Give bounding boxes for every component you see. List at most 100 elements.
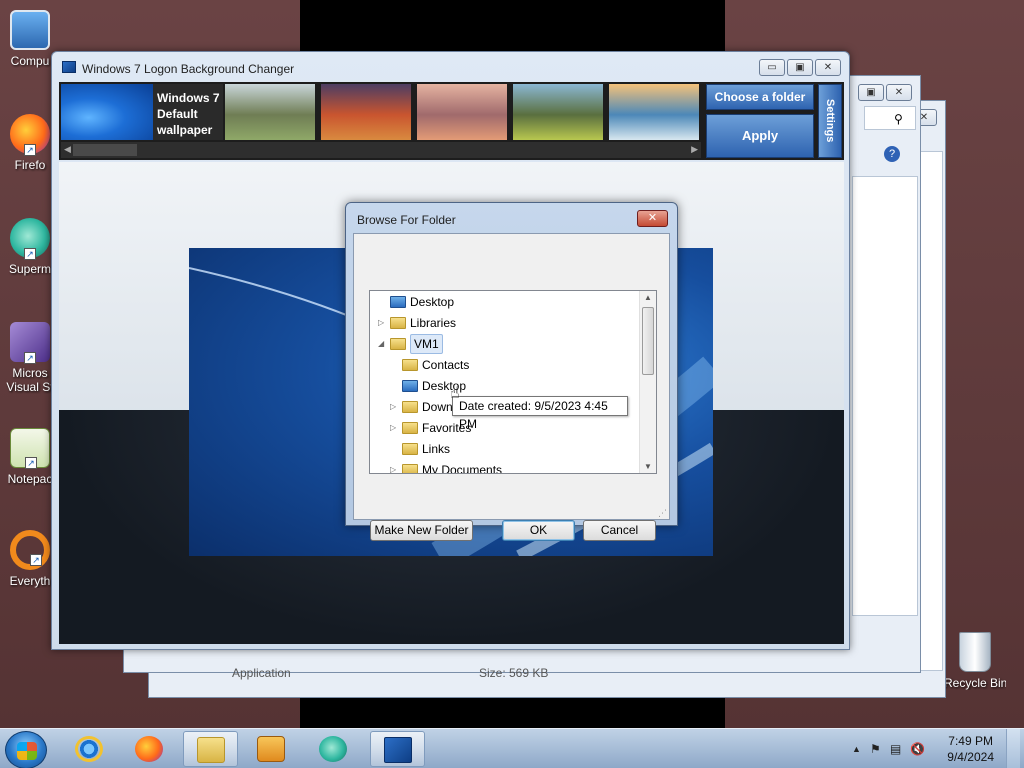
taskbar-internet-explorer[interactable] [62,731,117,767]
help-icon[interactable]: ? [884,146,900,162]
tree-expander-icon[interactable]: ▷ [378,313,388,333]
tree-item-label: VM1 [410,334,443,354]
settings-button[interactable]: Settings [818,84,842,158]
show-hidden-icons[interactable]: ▲ [852,744,861,754]
tree-item[interactable]: ◢ VM1 [370,334,640,354]
taskbar-file-explorer[interactable] [183,731,238,767]
apply-button[interactable]: Apply [706,114,814,158]
tree-item-label: Desktop [410,295,455,309]
cancel-button[interactable]: Cancel [583,520,656,541]
folder-tree[interactable]: Desktop ▷ Libraries ◢ VM1 Contacts Desktop ▷ Dow… [369,290,657,474]
windows-logo-icon [17,742,37,760]
close-button[interactable]: ✕ [815,59,841,76]
resize-grip-icon[interactable]: ⋰ [658,508,667,519]
scroll-right-icon[interactable]: ▶ [691,144,698,155]
taskbar-logon-changer[interactable] [370,731,425,767]
tree-item-label: Libraries [410,316,457,330]
tree-item[interactable]: Desktop [370,376,640,396]
folder-icon [402,401,418,413]
tree-expander-icon[interactable]: ▷ [390,460,400,473]
thumbnail-default-wallpaper[interactable]: Windows 7 Default wallpaper [61,84,223,140]
minimize-button[interactable]: ▭ [759,59,785,76]
folder-icon [402,422,418,434]
maximize-icon[interactable]: ▣ [858,84,884,101]
supermium-icon: ↗ [10,218,50,260]
ok-button[interactable]: OK [502,520,575,541]
scroll-up-icon[interactable]: ▲ [644,293,652,302]
taskbar-supermium[interactable] [306,731,361,767]
file-type-text: Application [232,666,291,680]
default-wallpaper-image [61,84,153,140]
logon-changer-icon [384,737,412,763]
tree-expander-icon[interactable]: ▷ [390,418,400,438]
network-icon[interactable]: ▤ [890,742,901,756]
computer-icon [10,10,50,50]
scroll-left-icon[interactable]: ◀ [64,144,71,155]
tree-item[interactable]: ▷ My Documents [370,460,640,473]
window-title: Windows 7 Logon Background Changer [82,62,295,76]
tree-item[interactable]: ▷ Favorites [370,418,640,438]
scrollbar-thumb[interactable] [73,144,137,156]
desktop-icon-recycle-bin[interactable]: Recycle Bin [944,632,1006,690]
thumbnail-red-rocks[interactable] [321,84,411,140]
default-wallpaper-caption: Windows 7 Default wallpaper [157,91,220,137]
search-box[interactable] [864,106,916,130]
taskbar-firefox[interactable] [122,731,177,767]
shortcut-arrow-icon: ↗ [24,144,36,156]
tree-item-label: Down [422,400,453,414]
thumbnail-mountain-fields[interactable] [513,84,603,140]
supermium-icon [319,736,347,762]
window-titlebar[interactable]: Windows 7 Logon Background Changer ▭ ▣ ✕ [52,52,849,82]
dialog-close-button[interactable]: ✕ [637,210,668,227]
folder-icon [402,443,418,455]
gallery-scrollbar[interactable]: ◀ ▶ [61,142,701,158]
thumbnail-waterfall-coast[interactable] [609,84,699,140]
show-desktop-button[interactable] [1006,729,1020,768]
taskbar-media-player[interactable] [244,731,299,767]
desktop-icon [390,296,406,308]
media-player-icon [257,736,285,762]
tree-scrollbar-thumb[interactable] [642,307,654,375]
everything-icon: ↗ [10,530,50,570]
choose-folder-button[interactable]: Choose a folder [706,84,814,110]
action-center-flag-icon[interactable]: ⚑ [870,742,881,756]
hand-cursor-icon: ☝ [450,385,460,402]
file-size-text: Size: 569 KB [479,666,549,680]
folder-icon [402,359,418,371]
start-button[interactable] [5,731,47,768]
scroll-down-icon[interactable]: ▼ [644,462,652,471]
desktop-icon-label: Recycle Bin [944,676,1006,690]
tree-item[interactable]: Contacts [370,355,640,375]
folder-icon [402,464,418,473]
dialog-body: Desktop ▷ Libraries ◢ VM1 Contacts Desktop ▷ Dow… [353,233,670,541]
make-new-folder-button[interactable]: Make New Folder [370,520,473,541]
folder-icon [390,317,406,329]
folder-icon [197,737,225,763]
browse-for-folder-dialog[interactable]: Browse For Folder ✕ Desktop ▷ Libraries ◢ VM… [345,202,678,541]
thumbnail-pink-beach[interactable] [417,84,507,140]
tree-expander-icon[interactable]: ▷ [390,397,400,417]
thumbnail-elephant[interactable] [225,84,315,140]
shortcut-arrow-icon: ↗ [24,248,36,260]
visual-studio-icon: ↗ [10,322,50,364]
internet-explorer-icon [75,736,103,762]
search-icon: ⚲ [894,112,903,126]
tree-item[interactable]: Desktop [370,292,640,312]
system-tray: ▲ ⚑ ▤ 🔇 7:49 PM 9/4/2024 [830,729,1020,768]
firefox-icon: ↗ [10,114,50,156]
shortcut-arrow-icon: ↗ [24,352,36,364]
tree-item[interactable]: Links [370,439,640,459]
clock-time: 7:49 PM [948,734,993,748]
clock-date: 9/4/2024 [947,750,994,764]
tree-expander-icon[interactable]: ◢ [378,334,388,354]
recycle-bin-icon [959,632,991,672]
volume-muted-icon[interactable]: 🔇 [910,742,925,756]
maximize-button[interactable]: ▣ [787,59,813,76]
tree-item[interactable]: ▷ Libraries [370,313,640,333]
close-icon[interactable]: ✕ [886,84,912,101]
tree-scrollbar[interactable]: ▲ ▼ [639,291,656,473]
firefox-icon [135,736,163,762]
tree-item-label: Links [422,442,451,456]
clock[interactable]: 7:49 PM 9/4/2024 [947,733,994,765]
taskbar: ▲ ⚑ ▤ 🔇 7:49 PM 9/4/2024 [0,728,1024,768]
